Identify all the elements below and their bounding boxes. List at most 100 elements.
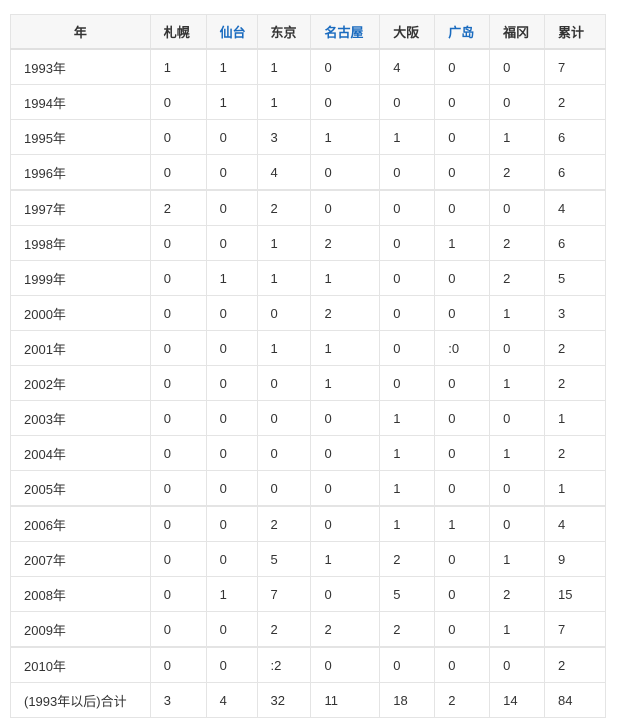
cell-value: 1: [256, 84, 312, 120]
cell-value: 1: [256, 48, 312, 85]
cell-value: 0: [256, 400, 312, 436]
cell-value: 0: [149, 154, 207, 191]
column-header[interactable]: 名古屋: [310, 14, 381, 50]
cell-value: 3: [256, 119, 312, 155]
table-row: 1993年 1 1 1 0 4 0 0 7: [10, 48, 606, 85]
cell-value: 0: [379, 365, 436, 401]
total-row: (1993年以后)合计 3 4 32 11 18 2 14 84: [10, 682, 606, 718]
cell-value: 4: [256, 154, 312, 191]
table-row: 2010年 0 0:2 0 0 0 0 2: [10, 646, 606, 683]
cell-value: 0: [310, 154, 381, 191]
cell-value: 0: [434, 48, 491, 85]
cell-value: 0: [489, 470, 546, 507]
cell-value: 7: [544, 48, 606, 85]
table-row: 2003年 0 0 0 0 1 0 0 1: [10, 400, 606, 436]
cell-value: 0: [205, 435, 258, 471]
cell-value: 0: [256, 365, 312, 401]
cell-value: 1: [256, 225, 312, 261]
cell-value: 0: [434, 576, 491, 612]
cell-value: 0: [489, 84, 546, 120]
table-row: 1997年 2 0 2 0 0 0 0 4: [10, 189, 606, 226]
cell-value: 0: [205, 119, 258, 155]
cell-value: 1: [379, 470, 436, 507]
cell-value: 0: [379, 189, 436, 226]
cell-value: 0: [434, 260, 491, 296]
cell-value: 2: [544, 330, 606, 366]
cell-value: 0: [489, 48, 546, 85]
table-row: 2002年 0 0 0 1 0 0 1 2: [10, 365, 606, 401]
cell-value: 0: [310, 576, 381, 612]
table-row: 1994年 0 1 1 0 0 0 0 2: [10, 84, 606, 120]
cell-value: 9: [544, 541, 606, 577]
cell-value: 5: [544, 260, 606, 296]
column-header[interactable]: 广岛: [434, 14, 491, 50]
table-row: 2005年 0 0 0 0 1 0 0 1: [10, 470, 606, 507]
row-label: 2001年: [10, 330, 151, 366]
cell-value: 1: [434, 225, 491, 261]
cell-value: 1: [544, 470, 606, 507]
cell-value: 0: [205, 505, 258, 542]
cell-value: 2: [544, 84, 606, 120]
cell-value: 0: [149, 260, 207, 296]
column-header: 札幌: [149, 14, 207, 50]
cell-value: 2: [489, 576, 546, 612]
cell-value: 0: [434, 189, 491, 226]
table-header-row: 年札幌 仙台 东京 名古屋 大阪 广岛 福冈 累计: [10, 14, 606, 50]
column-header[interactable]: 仙台: [205, 14, 258, 50]
cell-value: 5: [379, 576, 436, 612]
column-header: 累计: [544, 14, 606, 50]
cell-value: 0: [434, 295, 491, 331]
cell-value: 6: [544, 225, 606, 261]
cell-value: 0: [489, 189, 546, 226]
row-label: 2006年: [10, 505, 151, 542]
cell-value: 0: [149, 84, 207, 120]
row-label: 2009年: [10, 611, 151, 648]
cell-value: 32: [256, 682, 312, 718]
cell-value: 0: [205, 330, 258, 366]
cell-value: 11: [310, 682, 381, 718]
cell-value: 6: [544, 154, 606, 191]
cell-value: 0: [205, 365, 258, 401]
cell-value: 0: [149, 119, 207, 155]
row-label: (1993年以后)合计: [10, 682, 151, 718]
cell-value: 1: [489, 365, 546, 401]
cell-value: 2: [544, 365, 606, 401]
row-label: 2005年: [10, 470, 151, 507]
cell-value: 0: [149, 330, 207, 366]
cell-value: 0: [205, 225, 258, 261]
cell-value: 2: [489, 260, 546, 296]
cell-value: 0: [310, 400, 381, 436]
cell-value: 4: [379, 48, 436, 85]
cell-value: 1: [489, 541, 546, 577]
cell-value: 0: [256, 295, 312, 331]
cell-value: 4: [544, 189, 606, 226]
cell-value: 84: [544, 682, 606, 718]
cell-value: 18: [379, 682, 436, 718]
cell-value: 2: [256, 189, 312, 226]
cell-value: 0: [434, 435, 491, 471]
cell-value: 1: [149, 48, 207, 85]
cell-value: 0: [205, 295, 258, 331]
cell-value: 2: [544, 646, 606, 683]
cell-value: 0: [149, 541, 207, 577]
stats-table: 年札幌 仙台 东京 名古屋 大阪 广岛 福冈 累计 1993年 1 1 1 0 4 0 0 7 1994年 0 1 1…: [10, 14, 606, 718]
cell-value: 0: [379, 330, 436, 366]
table-row: 2000年 0 0 0 2 0 0 1 3: [10, 295, 606, 331]
cell-value: 15: [544, 576, 606, 612]
cell-value: 1: [310, 541, 381, 577]
cell-value: 2: [310, 295, 381, 331]
cell-value: 2: [434, 682, 491, 718]
cell-value: 0: [489, 646, 546, 683]
cell-value: 1: [310, 260, 381, 296]
cell-value: 0: [434, 119, 491, 155]
cell-value: 2: [379, 611, 436, 648]
cell-value: 1: [379, 435, 436, 471]
cell-value: 0: [310, 48, 381, 85]
cell-value: 0: [205, 541, 258, 577]
row-label: 1994年: [10, 84, 151, 120]
table-row: 2009年 0 0 2 2 2 0 1 7: [10, 611, 606, 648]
cell-value: 14: [489, 682, 546, 718]
cell-value: 1: [379, 119, 436, 155]
cell-value: 1: [205, 576, 258, 612]
cell-value: 0: [205, 189, 258, 226]
